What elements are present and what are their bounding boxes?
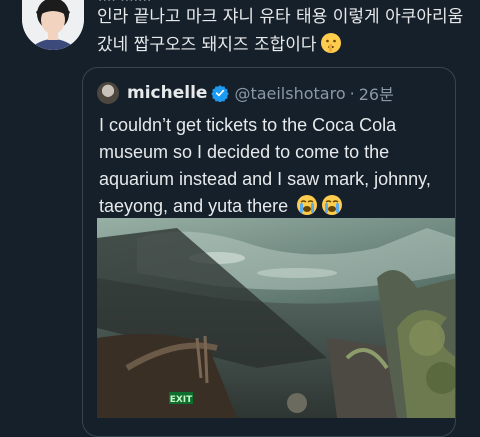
quoted-tweet-text-body: I couldn’t get tickets to the Coca Cola … [99,115,431,216]
quoted-tweet-photo[interactable]: EXIT [97,218,455,418]
quoted-avatar[interactable] [97,82,119,104]
meta-separator: · [349,83,355,103]
exit-sign: EXIT [170,395,193,405]
quoted-tweet-header: michelle @taeilshotaro · 26분 [97,80,394,106]
shushing-face-emoji [320,32,342,54]
quoted-timestamp[interactable]: 26분 [359,81,394,105]
quoted-author-name[interactable]: michelle [127,83,207,103]
loudly-crying-face-emoji [296,194,318,216]
quoted-tweet-card[interactable]: michelle @taeilshotaro · 26분 I couldn’t … [82,67,456,437]
loudly-crying-face-emoji [321,194,343,216]
quoted-author-handle[interactable]: @taeilshotaro [234,84,345,103]
quoted-tweet-text: I couldn’t get tickets to the Coca Cola … [99,112,439,220]
tweet-text: 인라 끝나고 마크 쟈니 유타 태용 이렇게 아쿠아리움 갔네 짭구오즈 돼지즈… [97,3,467,59]
tweet-text-body: 인라 끝나고 마크 쟈니 유타 태용 이렇게 아쿠아리움 갔네 짭구오즈 돼지즈… [97,7,464,55]
avatar[interactable] [22,0,84,50]
verified-badge-icon [211,84,230,102]
